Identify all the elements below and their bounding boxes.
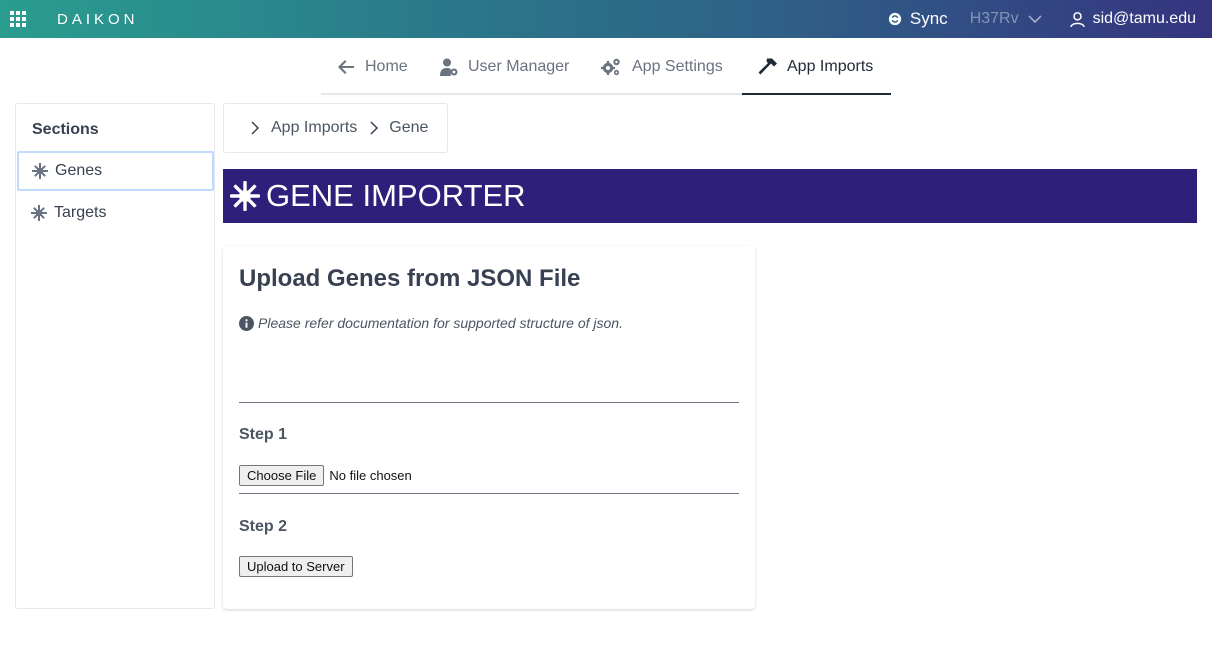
brand-logo-text[interactable]: DAIKON <box>57 11 139 28</box>
step-2-label: Step 2 <box>239 518 288 535</box>
step-1-label: Step 1 <box>239 426 288 443</box>
tab-app-imports[interactable]: App Imports <box>758 38 873 95</box>
upload-to-server-button[interactable]: Upload to Server <box>239 556 353 577</box>
breadcrumb-app-imports[interactable]: App Imports <box>271 119 357 137</box>
user-menu[interactable]: sid@tamu.edu <box>1069 10 1196 28</box>
divider <box>239 402 739 403</box>
user-icon <box>1069 11 1085 27</box>
upload-card: Upload Genes from JSON File Please refer… <box>223 246 755 609</box>
top-bar: DAIKON Sync H37Rv sid@tamu.edu <box>0 0 1212 38</box>
sidebar-item-label: Genes <box>55 162 103 179</box>
choose-file-button[interactable]: Choose File <box>239 465 325 486</box>
app-grid-icon[interactable] <box>10 11 26 27</box>
info-text: Please refer documentation for supported… <box>258 315 623 331</box>
hammer-icon <box>758 58 777 74</box>
breadcrumb: App Imports Gene <box>223 103 448 153</box>
cogs-icon <box>601 58 620 75</box>
chevron-right-icon <box>251 121 260 135</box>
tab-home[interactable]: Home <box>336 38 408 95</box>
file-input[interactable]: Choose File No file chosen <box>239 465 412 486</box>
snowflake-icon <box>230 181 260 211</box>
snowflake-icon <box>31 205 47 221</box>
sync-label: Sync <box>909 9 948 28</box>
chevron-down-icon[interactable] <box>1027 11 1043 27</box>
file-status: No file chosen <box>329 468 412 483</box>
divider <box>239 493 739 494</box>
arrow-left-icon <box>338 59 354 74</box>
user-cog-icon <box>440 58 458 76</box>
info-icon <box>239 315 254 331</box>
user-email: sid@tamu.edu <box>1092 10 1196 27</box>
tab-app-settings-label: App Settings <box>632 57 723 75</box>
page-title: GENE IMPORTER <box>266 178 526 213</box>
page-banner: GENE IMPORTER <box>223 169 1197 223</box>
sidebar-item-targets[interactable]: Targets <box>17 193 214 233</box>
card-title: Upload Genes from JSON File <box>239 265 581 292</box>
strain-selector[interactable]: H37Rv <box>970 10 1019 28</box>
active-tab-indicator <box>742 93 891 95</box>
tab-home-label: Home <box>365 57 408 75</box>
tab-app-imports-label: App Imports <box>787 57 874 75</box>
sections-sidebar: Sections Genes Targets <box>15 103 215 609</box>
sidebar-item-genes[interactable]: Genes <box>17 151 214 191</box>
sync-icon <box>888 12 902 26</box>
tab-user-manager-label: User Manager <box>468 57 570 75</box>
snowflake-icon <box>32 163 48 179</box>
tab-menu: Home User Manager App Settings App Impor… <box>321 38 891 95</box>
sidebar-item-label: Targets <box>54 204 107 221</box>
info-note: Please refer documentation for supported… <box>239 315 623 331</box>
sync-button[interactable]: Sync <box>888 9 948 29</box>
tab-user-manager[interactable]: User Manager <box>439 38 569 95</box>
breadcrumb-gene[interactable]: Gene <box>389 119 428 137</box>
chevron-right-icon <box>370 121 379 135</box>
sidebar-title: Sections <box>32 121 99 138</box>
tab-app-settings[interactable]: App Settings <box>599 38 723 95</box>
